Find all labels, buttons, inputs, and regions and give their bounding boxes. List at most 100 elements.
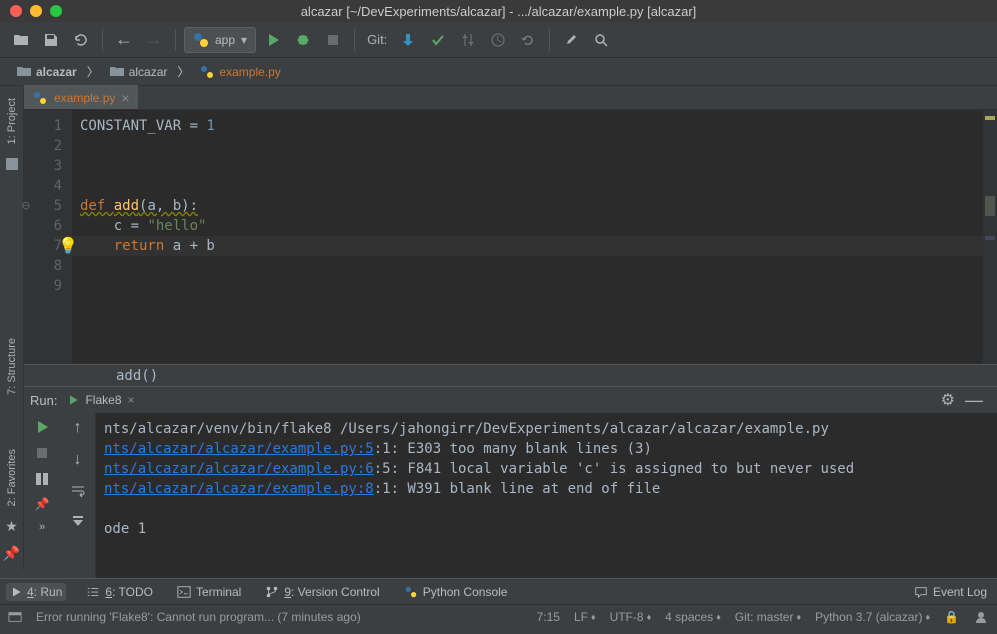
console-text: :1: E303 too many blank lines (3) xyxy=(374,441,652,457)
breadcrumb-file[interactable]: example.py xyxy=(193,62,286,82)
scroll-down-button[interactable]: ↓ xyxy=(74,451,82,469)
main-toolbar: ← → app ▾ Git: xyxy=(0,22,997,58)
git-history-button[interactable] xyxy=(485,27,511,53)
bottom-tool-strip: 4: Run 6: TODO Terminal 9: Version Contr… xyxy=(0,578,997,604)
titlebar: alcazar [~/DevExperiments/alcazar] - ...… xyxy=(0,0,997,22)
terminal-icon xyxy=(177,585,191,599)
python-console-tool-button[interactable]: Python Console xyxy=(400,583,512,601)
settings-button[interactable] xyxy=(558,27,584,53)
run-tool-button[interactable]: 4: Run xyxy=(6,583,66,601)
run-tab-label: Flake8 xyxy=(85,393,121,407)
git-commit-button[interactable] xyxy=(425,27,451,53)
console-line: nts/alcazar/venv/bin/flake8 /Users/jahon… xyxy=(104,419,997,439)
terminal-tool-button[interactable]: Terminal xyxy=(173,583,245,601)
pin-tab-button[interactable]: 📌 xyxy=(35,497,50,511)
close-run-tab-button[interactable]: × xyxy=(128,393,135,407)
stop-run-button[interactable] xyxy=(34,445,50,461)
fold-marker-icon[interactable]: ⊖ xyxy=(20,196,32,216)
editor-context-bar: add() xyxy=(24,364,997,386)
structure-tool-tab[interactable]: 7: Structure xyxy=(2,330,22,403)
breadcrumb-folder[interactable]: alcazar xyxy=(103,62,174,82)
run-tab-flake8[interactable]: Flake8 × xyxy=(67,393,134,407)
window-title: alcazar [~/DevExperiments/alcazar] - ...… xyxy=(0,4,997,19)
context-label: add() xyxy=(116,368,158,384)
more-button[interactable]: » xyxy=(39,521,45,533)
python-file-icon xyxy=(199,64,215,80)
editor-tab-example[interactable]: example.py × xyxy=(24,85,138,109)
star-icon: ★ xyxy=(5,518,18,535)
run-button[interactable] xyxy=(260,27,286,53)
favorites-tool-tab[interactable]: 2: Favorites xyxy=(2,441,22,514)
close-tab-button[interactable]: × xyxy=(121,90,129,106)
open-button[interactable] xyxy=(8,27,34,53)
debug-button[interactable] xyxy=(290,27,316,53)
file-link[interactable]: nts/alcazar/alcazar/example.py:8 xyxy=(104,481,374,497)
minimize-tool-button[interactable]: — xyxy=(965,390,983,411)
play-icon xyxy=(67,394,79,406)
git-branch[interactable]: Git: master ♦ xyxy=(735,610,801,624)
stop-button[interactable] xyxy=(320,27,346,53)
chevron-right-icon: 〉 xyxy=(87,63,99,80)
search-everywhere-button[interactable] xyxy=(588,27,614,53)
gear-icon[interactable]: ⚙ xyxy=(941,390,955,411)
rerun-button[interactable] xyxy=(34,419,50,435)
branch-icon xyxy=(265,585,279,599)
file-link[interactable]: nts/alcazar/alcazar/example.py:5 xyxy=(104,441,374,457)
git-label: Git: xyxy=(367,32,387,47)
event-log-button[interactable]: Event Log xyxy=(910,583,991,601)
git-update-button[interactable] xyxy=(395,27,421,53)
status-bar: Error running 'Flake8': Cannot run progr… xyxy=(0,604,997,628)
file-link[interactable]: nts/alcazar/alcazar/example.py:6 xyxy=(104,461,374,477)
windows-icon[interactable] xyxy=(8,610,22,624)
error-stripe[interactable] xyxy=(983,110,997,364)
python-file-icon xyxy=(32,90,48,106)
nav-back-button[interactable]: ← xyxy=(111,27,137,53)
editor-tabbar: example.py × xyxy=(24,86,997,110)
folder-icon xyxy=(109,64,125,80)
indent-setting[interactable]: 4 spaces ♦ xyxy=(665,610,721,624)
editor-body[interactable]: 123 456 789 CONSTANT_VAR = 1 ⊖def add(a,… xyxy=(24,110,997,364)
run-tool-header: Run: Flake8 × ⚙ — xyxy=(24,387,997,413)
chevron-down-icon: ▾ xyxy=(241,33,247,47)
console-output[interactable]: nts/alcazar/venv/bin/flake8 /Users/jahon… xyxy=(96,413,997,578)
cursor-position[interactable]: 7:15 xyxy=(537,610,560,624)
git-compare-button[interactable] xyxy=(455,27,481,53)
save-all-button[interactable] xyxy=(38,27,64,53)
pin-icon[interactable]: 📌 xyxy=(3,545,20,562)
refresh-button[interactable] xyxy=(68,27,94,53)
run-config-selector[interactable]: app ▾ xyxy=(184,27,256,53)
run-controls-secondary: ↑ ↓ xyxy=(60,413,96,578)
scroll-to-end-button[interactable] xyxy=(70,513,86,529)
python-interpreter[interactable]: Python 3.7 (alcazar) ♦ xyxy=(815,610,930,624)
inspector-icon[interactable] xyxy=(973,609,989,625)
todo-tool-button[interactable]: 6: TODO xyxy=(82,583,157,601)
project-icon xyxy=(4,156,20,172)
main-area: 1: Project example.py × 123 456 789 CONS… xyxy=(0,86,997,386)
scroll-up-button[interactable]: ↑ xyxy=(74,419,82,437)
caret-marker xyxy=(985,236,995,240)
run-tool-title: Run: xyxy=(30,393,57,408)
git-revert-button[interactable] xyxy=(515,27,541,53)
intention-bulb-icon[interactable]: 💡 xyxy=(58,236,78,256)
run-config-label: app xyxy=(215,33,235,47)
project-tool-tab[interactable]: 1: Project xyxy=(2,90,22,152)
soft-wrap-button[interactable] xyxy=(70,483,86,499)
layout-button[interactable] xyxy=(34,471,50,487)
warning-marker[interactable] xyxy=(985,116,995,120)
warning-marker[interactable] xyxy=(985,196,995,216)
folder-icon xyxy=(16,64,32,80)
breadcrumb-label: alcazar xyxy=(129,65,168,79)
vcs-tool-button[interactable]: 9: Version Control xyxy=(261,583,383,601)
breadcrumb: alcazar 〉 alcazar 〉 example.py xyxy=(0,58,997,86)
code-area[interactable]: CONSTANT_VAR = 1 ⊖def add(a, b): c = "he… xyxy=(72,110,983,364)
lock-icon[interactable]: 🔒 xyxy=(944,610,959,624)
play-icon xyxy=(10,586,22,598)
status-message[interactable]: Error running 'Flake8': Cannot run progr… xyxy=(36,610,361,624)
line-separator[interactable]: LF ♦ xyxy=(574,610,596,624)
breadcrumb-root[interactable]: alcazar xyxy=(10,62,83,82)
breadcrumb-label: alcazar xyxy=(36,65,77,79)
breadcrumb-label: example.py xyxy=(219,65,280,79)
python-icon xyxy=(404,585,418,599)
nav-forward-button[interactable]: → xyxy=(141,27,167,53)
file-encoding[interactable]: UTF-8 ♦ xyxy=(610,610,652,624)
